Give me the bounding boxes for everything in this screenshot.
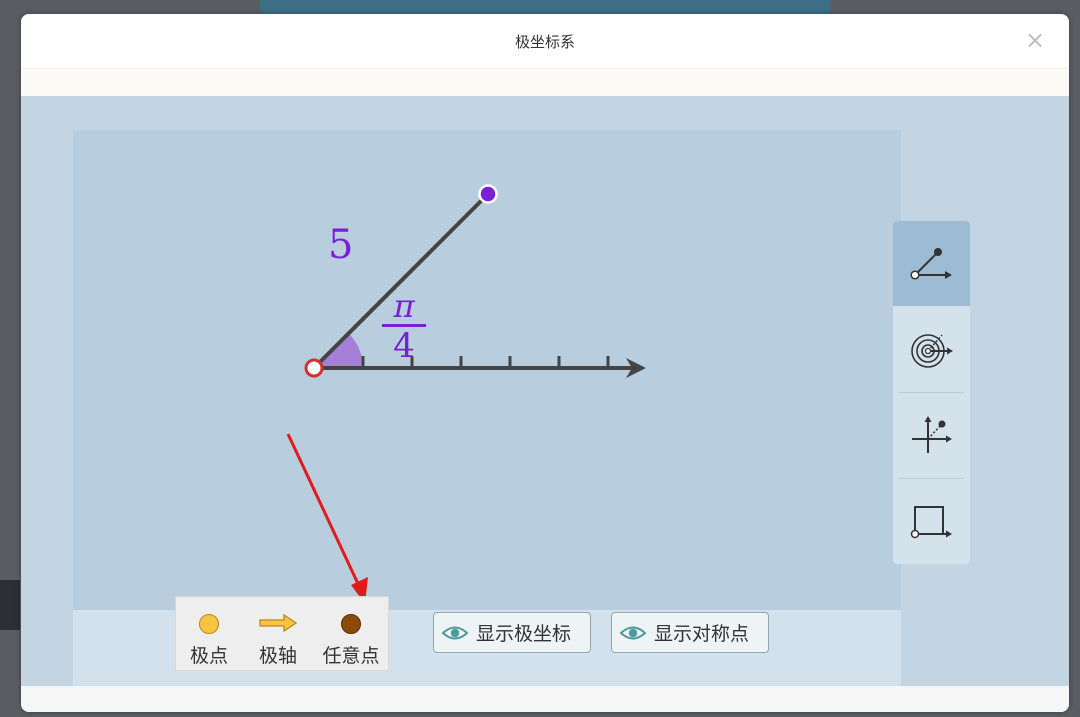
angle-label: π 4 <box>378 288 430 365</box>
show-polar-coords-button[interactable]: 显示极坐标 <box>433 612 591 653</box>
legend-axis[interactable]: 极轴 <box>248 597 308 672</box>
show-polar-coords-label: 显示极坐标 <box>476 623 572 645</box>
polar-angle-icon <box>910 248 952 280</box>
pole-point[interactable] <box>304 358 324 378</box>
legend-pole-label: 极点 <box>189 645 228 667</box>
show-symmetric-point-label: 显示对称点 <box>654 623 750 645</box>
annotation-arrow-line <box>286 433 362 589</box>
rectangle-icon <box>910 506 952 539</box>
legend-axis-label: 极轴 <box>258 645 297 667</box>
legend-pole[interactable]: 极点 <box>179 597 239 672</box>
angle-denominator: 4 <box>393 326 415 366</box>
legend-any-point[interactable]: 任意点 <box>321 597 381 672</box>
polar-point-tool[interactable] <box>893 221 970 306</box>
rectangle-tool[interactable] <box>893 479 970 564</box>
axis-arrow-icon <box>259 614 298 632</box>
radius-label: 5 <box>328 222 354 268</box>
polar-grid-tool[interactable] <box>893 307 970 392</box>
tool-sidebar <box>893 221 970 564</box>
eye-icon <box>620 626 646 639</box>
show-symmetric-point-button[interactable]: 显示对称点 <box>611 612 769 653</box>
eye-icon <box>442 626 468 639</box>
any-point-legend-icon <box>341 614 361 634</box>
cartesian-axes-icon <box>912 416 952 453</box>
legend-panel: 极点 极轴 任意点 <box>175 596 389 671</box>
pole-legend-icon <box>199 614 219 634</box>
angle-numerator: π <box>393 287 415 325</box>
polar-grid-icon <box>911 334 953 368</box>
legend-any-point-label: 任意点 <box>322 645 380 667</box>
cartesian-tool[interactable] <box>893 393 970 478</box>
target-point[interactable] <box>478 184 498 204</box>
